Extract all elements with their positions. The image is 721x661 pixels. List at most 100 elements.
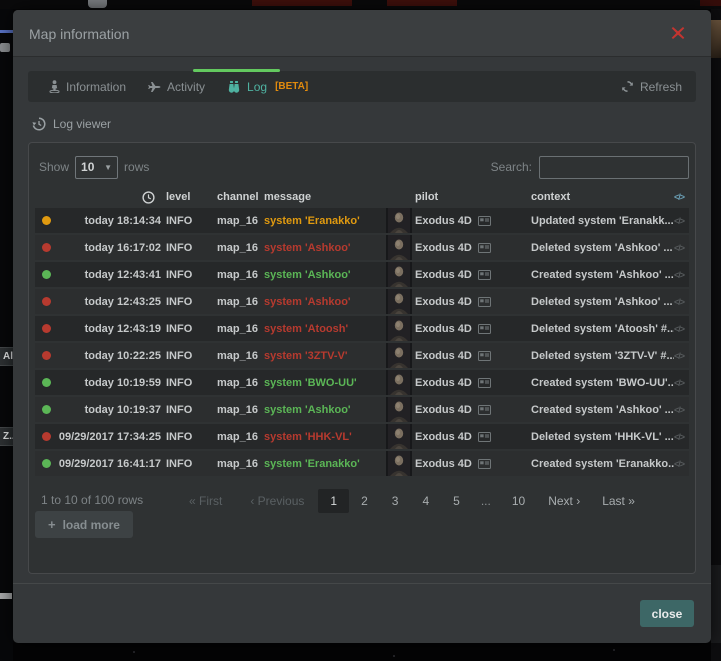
level-column-header[interactable]: level <box>161 191 217 203</box>
code-icon[interactable]: </> <box>674 432 688 442</box>
page-number[interactable]: 2 <box>349 489 380 513</box>
background-gray-bar <box>0 593 12 599</box>
id-card-icon <box>478 351 491 361</box>
page-number[interactable]: 3 <box>380 489 411 513</box>
log-level: INFO <box>161 215 217 227</box>
status-dot-icon <box>42 459 51 468</box>
history-icon <box>32 117 46 131</box>
pilot-avatar <box>386 343 412 368</box>
show-label: Show <box>39 160 69 174</box>
background-marker <box>88 0 107 8</box>
code-icon[interactable]: </> <box>674 297 688 307</box>
modal-title: Map information <box>29 26 129 42</box>
log-channel: map_16 <box>217 377 264 389</box>
log-context: Created system 'Ashkoo' ... <box>529 269 674 281</box>
table-row[interactable]: today 12:43:19 INFO map_16 system 'Atoos… <box>35 316 689 341</box>
context-column-header[interactable]: context <box>529 191 674 203</box>
log-level: INFO <box>161 350 217 362</box>
page-size-select[interactable]: 10 ▼ <box>75 156 118 179</box>
pilot-avatar <box>386 262 412 287</box>
status-dot-icon <box>42 270 51 279</box>
log-message: system 'Ashkoo' <box>264 404 386 416</box>
pilot-avatar <box>386 316 412 341</box>
table-body: today 18:14:34 INFO map_16 system 'Erana… <box>35 208 689 476</box>
log-message: system 'Ashkoo' <box>264 296 386 308</box>
page-last[interactable]: Last » <box>591 489 646 513</box>
code-icon[interactable]: </> <box>674 216 688 226</box>
pagination-info: 1 to 10 of 100 rows <box>41 493 143 507</box>
tab-log[interactable]: Log [BETA] <box>216 71 319 102</box>
background-route-line <box>0 30 13 33</box>
message-column-header[interactable]: message <box>264 191 386 203</box>
pilot-avatar <box>386 235 412 260</box>
clock-icon <box>142 191 155 204</box>
active-tab-indicator <box>193 69 280 72</box>
code-icon[interactable]: </> <box>674 405 688 415</box>
channel-column-header[interactable]: channel <box>217 191 264 203</box>
log-time: today 16:17:02 <box>57 242 161 254</box>
id-card-icon <box>478 324 491 334</box>
close-icon[interactable] <box>671 26 685 40</box>
page-number[interactable]: 4 <box>410 489 441 513</box>
chevron-down-icon: ▼ <box>104 163 112 172</box>
table-row[interactable]: 09/29/2017 16:41:17 INFO map_16 system '… <box>35 451 689 476</box>
log-channel: map_16 <box>217 215 264 227</box>
log-viewer-heading: Log viewer <box>32 115 696 133</box>
table-row[interactable]: today 12:43:25 INFO map_16 system 'Ashko… <box>35 289 689 314</box>
log-level: INFO <box>161 458 217 470</box>
close-button[interactable]: close <box>640 600 694 627</box>
page-number[interactable]: 10 <box>500 489 537 513</box>
table-row[interactable]: 09/29/2017 17:34:25 INFO map_16 system '… <box>35 424 689 449</box>
pilot-avatar <box>386 208 412 233</box>
tab-label: Activity <box>167 80 205 94</box>
load-more-button[interactable]: + load more <box>35 511 133 538</box>
modal-body: Information Activity <box>13 57 711 579</box>
time-column-header[interactable] <box>57 191 161 204</box>
log-channel: map_16 <box>217 431 264 443</box>
background-left-edge <box>0 9 13 661</box>
log-time: 09/29/2017 17:34:25 <box>57 431 161 443</box>
background-planet-image <box>711 20 721 58</box>
log-message: system 'Eranakko' <box>264 458 386 470</box>
table-row[interactable]: today 16:17:02 INFO map_16 system 'Ashko… <box>35 235 689 260</box>
code-icon[interactable]: </> <box>674 351 688 361</box>
code-icon[interactable]: </> <box>674 270 688 280</box>
pilot-column-header[interactable]: pilot <box>412 191 529 203</box>
code-icon[interactable]: </> <box>674 243 688 253</box>
page-number[interactable]: 1 <box>318 489 349 513</box>
background-red-bar <box>700 0 721 6</box>
tab-information[interactable]: Information <box>38 71 137 102</box>
search-input[interactable] <box>539 156 689 179</box>
tab-label: Information <box>66 80 126 94</box>
background-top-strip <box>0 0 721 9</box>
code-icon[interactable]: </> <box>674 459 688 469</box>
refresh-button[interactable]: Refresh <box>621 80 686 94</box>
log-context: Deleted system '3ZTV-V' #... <box>529 350 674 362</box>
refresh-label: Refresh <box>640 80 682 94</box>
section-title: Log viewer <box>53 117 111 131</box>
log-level: INFO <box>161 431 217 443</box>
page-next[interactable]: Next › <box>537 489 591 513</box>
modal-footer: close <box>13 583 711 643</box>
page-size-value: 10 <box>81 160 94 174</box>
status-dot-icon <box>42 216 51 225</box>
id-card-icon <box>478 297 491 307</box>
page-number[interactable]: 5 <box>441 489 472 513</box>
table-footer: 1 to 10 of 100 rows « First‹ Previous123… <box>35 489 689 511</box>
id-card-icon <box>478 378 491 388</box>
table-row[interactable]: today 10:22:25 INFO map_16 system '3ZTV-… <box>35 343 689 368</box>
page-first[interactable]: « First <box>175 489 236 513</box>
log-message: system '3ZTV-V' <box>264 350 386 362</box>
code-icon[interactable]: </> <box>674 324 688 334</box>
table-row[interactable]: today 18:14:34 INFO map_16 system 'Erana… <box>35 208 689 233</box>
background-right-edge <box>711 9 721 661</box>
table-row[interactable]: today 10:19:59 INFO map_16 system 'BWO-U… <box>35 370 689 395</box>
log-channel: map_16 <box>217 296 264 308</box>
log-context: Deleted system 'Ashkoo' ... <box>529 242 674 254</box>
code-icon[interactable]: </> <box>674 378 688 388</box>
pilot-name: Exodus 4D <box>415 377 472 389</box>
page-previous[interactable]: ‹ Previous <box>236 489 318 513</box>
table-row[interactable]: today 12:43:41 INFO map_16 system 'Ashko… <box>35 262 689 287</box>
tab-activity[interactable]: Activity <box>137 71 216 102</box>
table-row[interactable]: today 10:19:37 INFO map_16 system 'Ashko… <box>35 397 689 422</box>
